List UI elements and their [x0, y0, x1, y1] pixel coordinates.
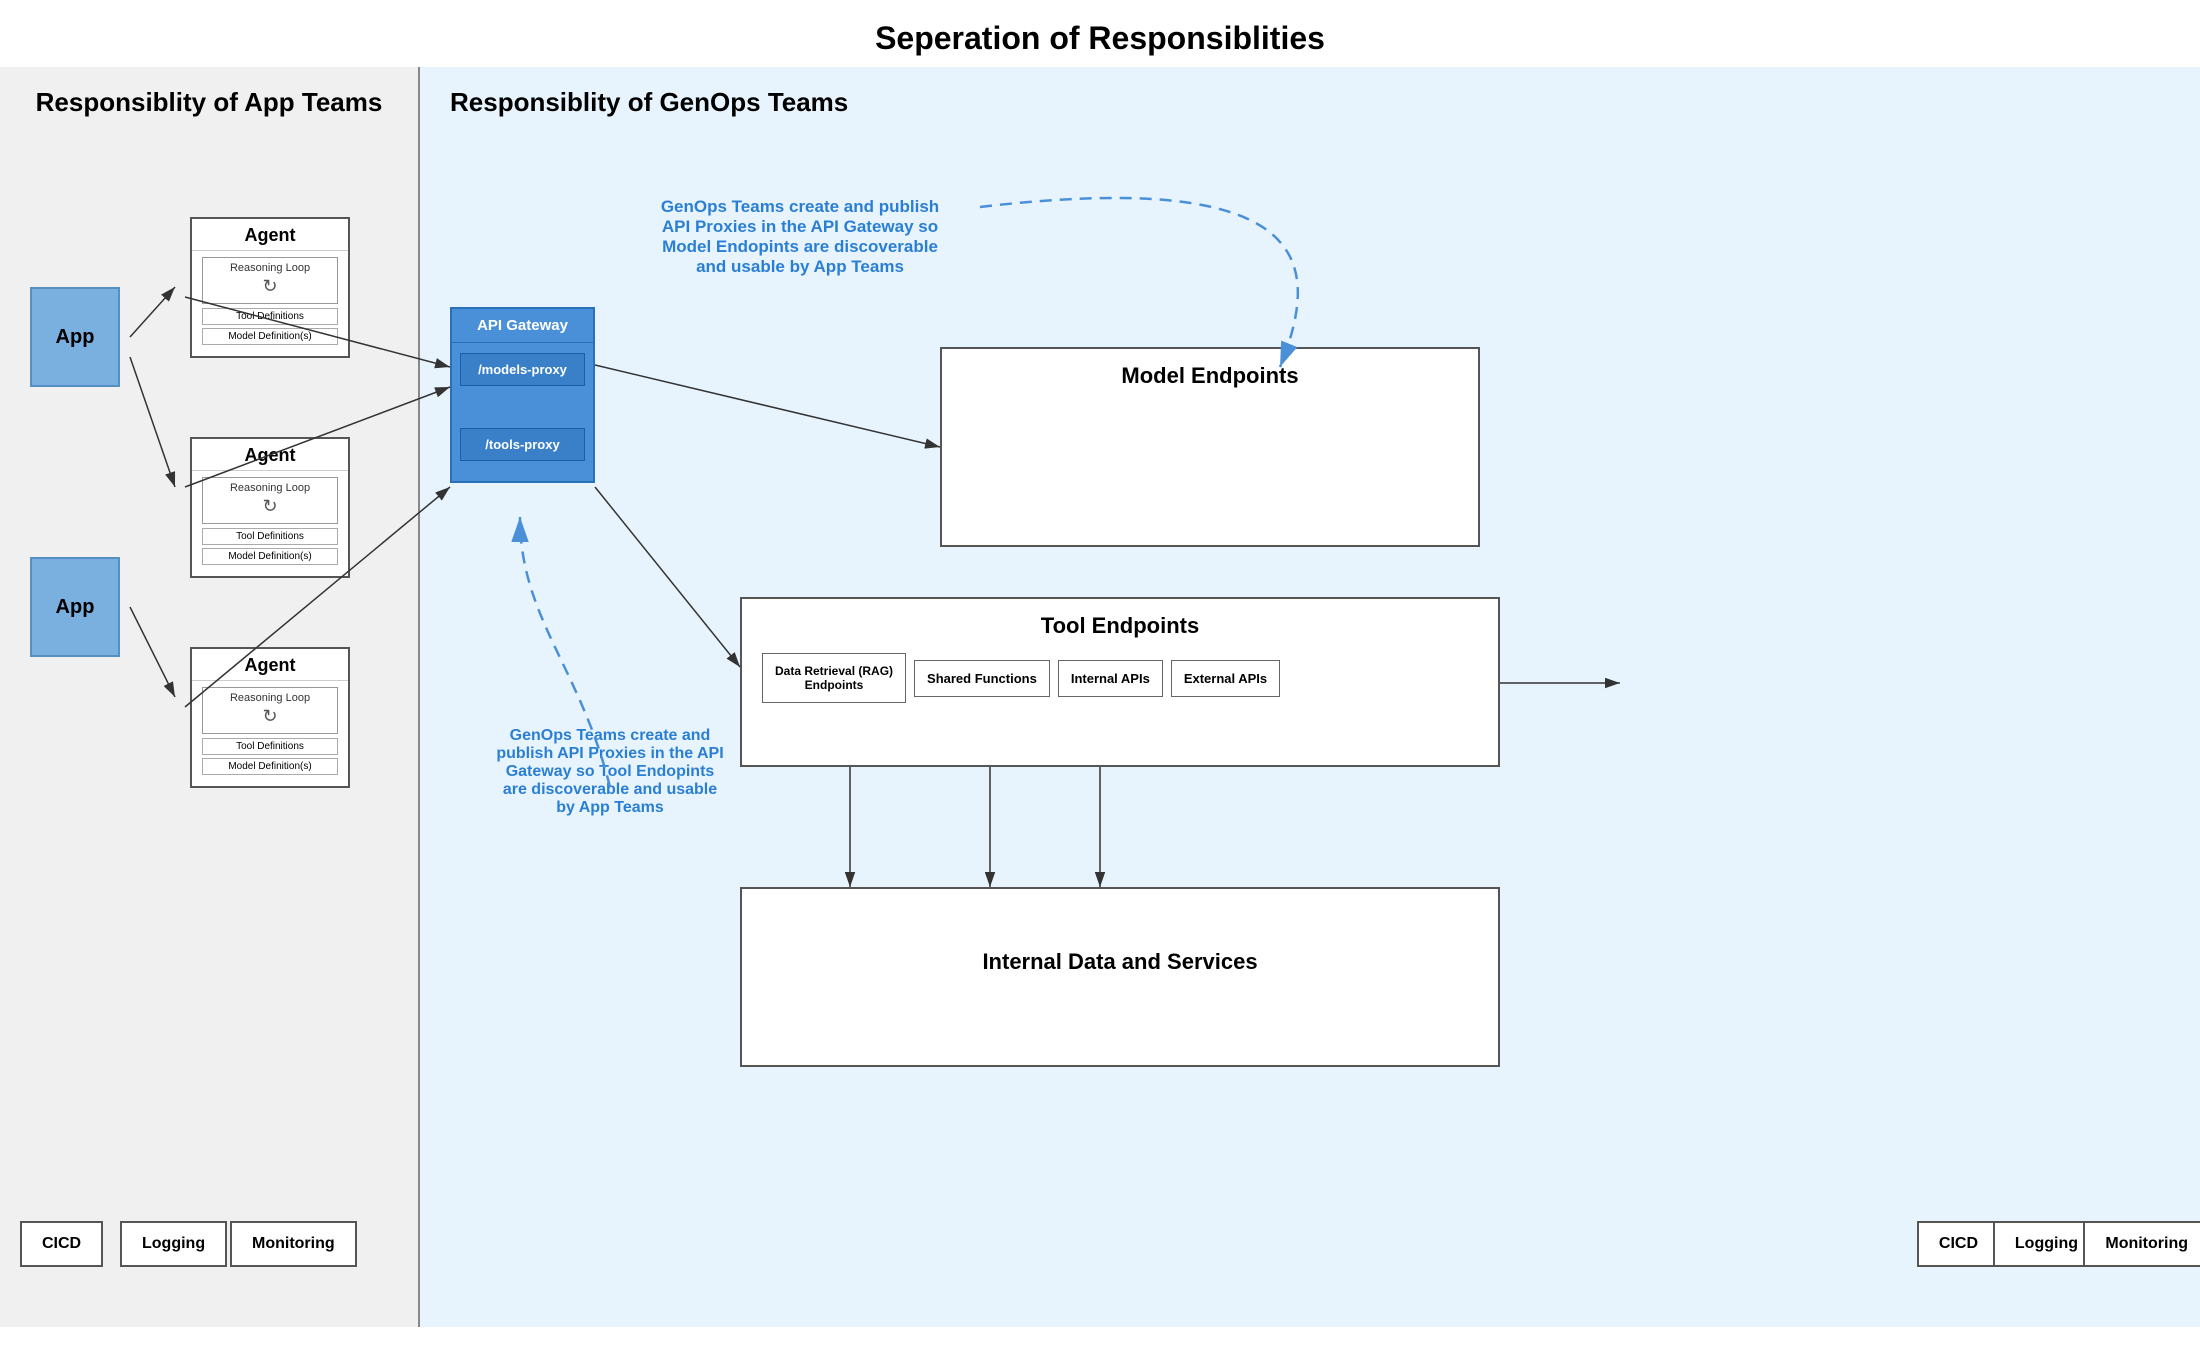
- agent-box-2: Agent Reasoning Loop ↻ Tool Definitions …: [190, 437, 350, 578]
- rag-endpoints: Data Retrieval (RAG) Endpoints: [762, 653, 906, 703]
- model-defs-1: Model Definition(s): [202, 328, 338, 345]
- monitoring-left: Monitoring: [230, 1221, 357, 1267]
- internal-data-box: Internal Data and Services: [740, 887, 1500, 1067]
- tool-endpoints-title: Tool Endpoints: [742, 599, 1498, 653]
- refresh-icon-1: ↻: [209, 274, 331, 299]
- tool-defs-3: Tool Definitions: [202, 738, 338, 755]
- logging-left: Logging: [120, 1221, 227, 1267]
- shared-functions: Shared Functions: [914, 660, 1050, 697]
- left-panel: Responsiblity of App Teams App App Agent…: [0, 67, 420, 1327]
- internal-data-title: Internal Data and Services: [742, 889, 1498, 989]
- reasoning-loop-1: Reasoning Loop ↻: [202, 257, 338, 304]
- api-gateway: API Gateway /models-proxy /tools-proxy: [450, 307, 595, 483]
- monitoring-right: Monitoring: [2083, 1221, 2200, 1267]
- model-defs-2: Model Definition(s): [202, 548, 338, 565]
- tool-defs-2: Tool Definitions: [202, 528, 338, 545]
- genops-annotation-1: GenOps Teams create and publish API Prox…: [620, 197, 980, 277]
- right-panel: Responsiblity of GenOps Teams API Gatewa…: [420, 67, 2200, 1327]
- left-panel-title: Responsiblity of App Teams: [0, 67, 418, 128]
- genops-annotation-2: GenOps Teams create and publish API Prox…: [480, 727, 740, 817]
- agent-title-3: Agent: [192, 649, 348, 681]
- model-endpoints-box: Model Endpoints: [940, 347, 1480, 547]
- models-proxy: /models-proxy: [460, 353, 585, 386]
- app-label-2: App: [56, 596, 95, 619]
- internal-apis: Internal APIs: [1058, 660, 1163, 697]
- agent-box-3: Agent Reasoning Loop ↻ Tool Definitions …: [190, 647, 350, 788]
- agent-box-1: Agent Reasoning Loop ↻ Tool Definitions …: [190, 217, 350, 358]
- refresh-icon-3: ↻: [209, 704, 331, 729]
- reasoning-loop-2: Reasoning Loop ↻: [202, 477, 338, 524]
- reasoning-loop-3: Reasoning Loop ↻: [202, 687, 338, 734]
- app-box-2: App: [30, 557, 120, 657]
- main-title: Seperation of Responsiblities: [0, 0, 2200, 67]
- tools-proxy: /tools-proxy: [460, 428, 585, 461]
- app-label-1: App: [56, 326, 95, 349]
- cicd-right: CICD: [1917, 1221, 2000, 1267]
- model-defs-3: Model Definition(s): [202, 758, 338, 775]
- external-apis: External APIs: [1171, 660, 1280, 697]
- tool-endpoints-box: Tool Endpoints Data Retrieval (RAG) Endp…: [740, 597, 1500, 767]
- tool-defs-1: Tool Definitions: [202, 308, 338, 325]
- app-box-1: App: [30, 287, 120, 387]
- right-panel-title: Responsiblity of GenOps Teams: [420, 67, 2200, 128]
- api-gateway-title: API Gateway: [452, 309, 593, 343]
- tool-endpoints-row: Data Retrieval (RAG) Endpoints Shared Fu…: [742, 653, 1498, 703]
- cicd-left: CICD: [20, 1221, 103, 1267]
- agent-title-1: Agent: [192, 219, 348, 251]
- model-endpoints-title: Model Endpoints: [942, 349, 1478, 403]
- agent-title-2: Agent: [192, 439, 348, 471]
- refresh-icon-2: ↻: [209, 494, 331, 519]
